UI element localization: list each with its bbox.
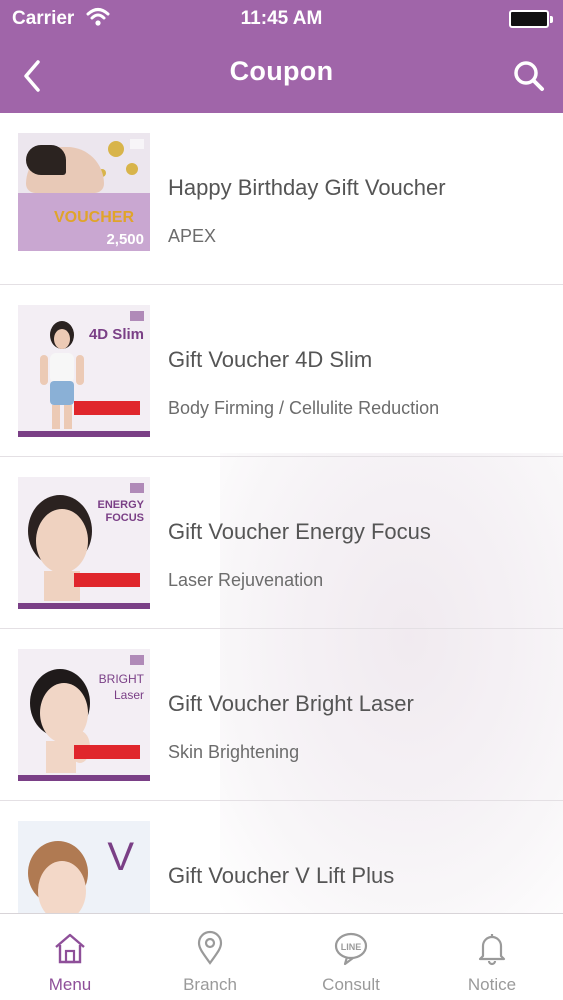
thumb-voucher-text: VOUCHER bbox=[54, 209, 135, 226]
coupon-title: Gift Voucher 4D Slim bbox=[168, 347, 373, 372]
tab-label: Branch bbox=[183, 975, 237, 994]
coupon-item-v-lift-plus[interactable]: V Gift Voucher V Lift Plus bbox=[0, 801, 563, 913]
tab-menu[interactable]: Menu bbox=[0, 914, 140, 1000]
coupon-title: Happy Birthday Gift Voucher bbox=[168, 175, 446, 200]
coupon-thumbnail: BRIGHT Laser bbox=[18, 649, 150, 781]
coupon-item-energy-focus[interactable]: ENERGY FOCUS Gift Voucher Energy Focus L… bbox=[0, 457, 563, 629]
header: Carrier 11:45 AM Coupon bbox=[0, 0, 563, 113]
coupon-item-birthday[interactable]: VOUCHER 2,500 Happy Birthday Gift Vouche… bbox=[0, 113, 563, 285]
location-pin-icon bbox=[197, 930, 223, 965]
coupon-title: Gift Voucher Bright Laser bbox=[168, 691, 414, 716]
coupon-title: Gift Voucher Energy Focus bbox=[168, 519, 431, 544]
svg-text:LINE: LINE bbox=[341, 942, 362, 952]
status-time: 11:45 AM bbox=[240, 8, 323, 29]
page-title: Coupon bbox=[229, 56, 334, 86]
search-icon bbox=[514, 61, 544, 91]
thumb-headline: ENERGY FOCUS bbox=[97, 499, 144, 524]
thumb-headline: 4D Slim bbox=[88, 326, 144, 343]
tab-label: Notice bbox=[467, 975, 517, 994]
coupon-subtitle: Skin Brightening bbox=[168, 742, 300, 762]
tab-consult[interactable]: LINE Consult bbox=[281, 914, 421, 1000]
thumb-headline: V bbox=[107, 835, 134, 879]
battery-icon bbox=[509, 10, 553, 28]
home-icon bbox=[55, 933, 85, 964]
tab-bar: Menu Branch LINE Consult Notice bbox=[0, 913, 563, 1000]
coupon-list[interactable]: VOUCHER 2,500 Happy Birthday Gift Vouche… bbox=[0, 113, 563, 913]
coupon-item-4d-slim[interactable]: 4D Slim Gift Voucher 4D Slim Body Firmin… bbox=[0, 285, 563, 457]
status-bar: Carrier 11:45 AM bbox=[0, 0, 563, 38]
search-button[interactable] bbox=[511, 56, 547, 96]
coupon-subtitle: Body Firming / Cellulite Reduction bbox=[168, 398, 440, 418]
tab-notice[interactable]: Notice bbox=[422, 914, 562, 1000]
model-face bbox=[28, 841, 88, 913]
line-chat-icon: LINE bbox=[334, 932, 368, 966]
tab-label: Menu bbox=[48, 975, 92, 994]
coupon-subtitle: Laser Rejuvenation bbox=[168, 570, 324, 590]
coupon-thumbnail: VOUCHER 2,500 bbox=[18, 133, 150, 265]
coupon-thumbnail: 4D Slim bbox=[18, 305, 150, 437]
coupon-subtitle: APEX bbox=[168, 226, 217, 246]
tab-label: Consult bbox=[322, 975, 380, 994]
bell-icon bbox=[478, 934, 506, 966]
thumb-headline: BRIGHT Laser bbox=[98, 672, 144, 702]
coupon-thumbnail: V bbox=[18, 821, 150, 913]
coupon-item-bright-laser[interactable]: BRIGHT Laser Gift Voucher Bright Laser S… bbox=[0, 629, 563, 801]
navbar: Coupon bbox=[0, 38, 563, 113]
coupon-thumbnail: ENERGY FOCUS bbox=[18, 477, 150, 609]
tab-branch[interactable]: Branch bbox=[140, 914, 280, 1000]
thumb-amount-text: 2,500 bbox=[106, 231, 144, 248]
coupon-title: Gift Voucher V Lift Plus bbox=[168, 863, 395, 888]
